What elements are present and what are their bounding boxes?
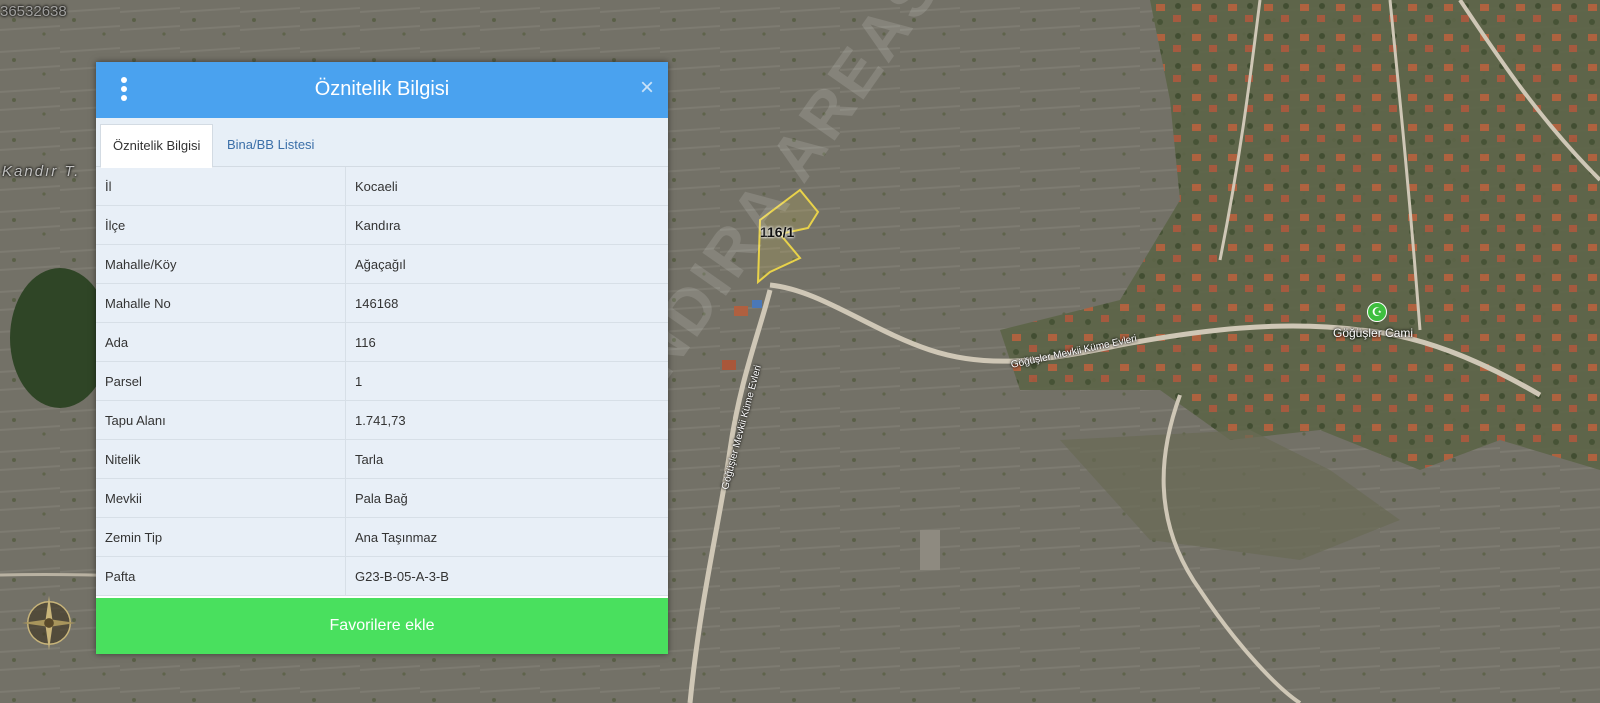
close-icon[interactable]: × [640, 76, 654, 100]
map-id-text: 36532638 [0, 3, 67, 20]
add-to-favorites-button[interactable]: Favorilere ekle [96, 598, 668, 654]
table-row: Mevkii Pala Bağ [96, 478, 668, 518]
table-row: İl Kocaeli [96, 167, 668, 206]
attribute-value: Kocaeli [345, 167, 668, 206]
panel-header: Öznitelik Bilgisi × [96, 62, 668, 118]
attribute-key: Mahalle/Köy [96, 244, 346, 284]
attribute-key: İl [96, 167, 346, 206]
panel-title: Öznitelik Bilgisi [314, 78, 450, 100]
area-label: Kandır T. [2, 163, 81, 180]
mosque-icon[interactable]: ☪ [1367, 302, 1387, 322]
table-row: Ada 116 [96, 322, 668, 362]
attribute-value: Pala Bağ [345, 478, 668, 518]
attribute-value: 1.741,73 [345, 400, 668, 440]
attribute-key: İlçe [96, 205, 346, 245]
panel-tabs: Öznitelik Bilgisi Bina/BB Listesi [96, 118, 668, 168]
tab-attribute-info[interactable]: Öznitelik Bilgisi [100, 124, 214, 168]
table-row: Tapu Alanı 1.741,73 [96, 400, 668, 440]
attribute-key: Pafta [96, 556, 346, 596]
attribute-key: Nitelik [96, 439, 346, 479]
attribute-value: Kandıra [345, 205, 668, 245]
attribute-info-panel: Öznitelik Bilgisi × Öznitelik Bilgisi Bi… [96, 62, 668, 654]
table-row: Mahalle/Köy Ağaçağıl [96, 244, 668, 284]
attribute-key: Zemin Tip [96, 517, 346, 557]
table-row: Pafta G23-B-05-A-3-B [96, 556, 668, 596]
attribute-value: G23-B-05-A-3-B [345, 556, 668, 596]
attribute-value: Tarla [345, 439, 668, 479]
table-row: Mahalle No 146168 [96, 283, 668, 323]
attribute-key: Mahalle No [96, 283, 346, 323]
attribute-value: 146168 [345, 283, 668, 323]
compass-icon [21, 595, 77, 651]
attribute-value: Ağaçağıl [345, 244, 668, 284]
table-row: Nitelik Tarla [96, 439, 668, 479]
attribute-value: 116 [345, 322, 668, 362]
table-row: Parsel 1 [96, 361, 668, 401]
attribute-value: Ana Taşınmaz [345, 517, 668, 557]
attribute-key: Parsel [96, 361, 346, 401]
table-row: İlçe Kandıra [96, 205, 668, 245]
attribute-key: Mevkii [96, 478, 346, 518]
attribute-key: Tapu Alanı [96, 400, 346, 440]
table-row: Zemin Tip Ana Taşınmaz [96, 517, 668, 557]
attribute-table: İl Kocaeli İlçe Kandıra Mahalle/Köy Ağaçağıl M… [96, 167, 668, 596]
mosque-label: Göğüşler Cami [1333, 326, 1414, 340]
attribute-key: Ada [96, 322, 346, 362]
tab-building-list[interactable]: Bina/BB Listesi [215, 124, 326, 166]
attribute-value: 1 [345, 361, 668, 401]
